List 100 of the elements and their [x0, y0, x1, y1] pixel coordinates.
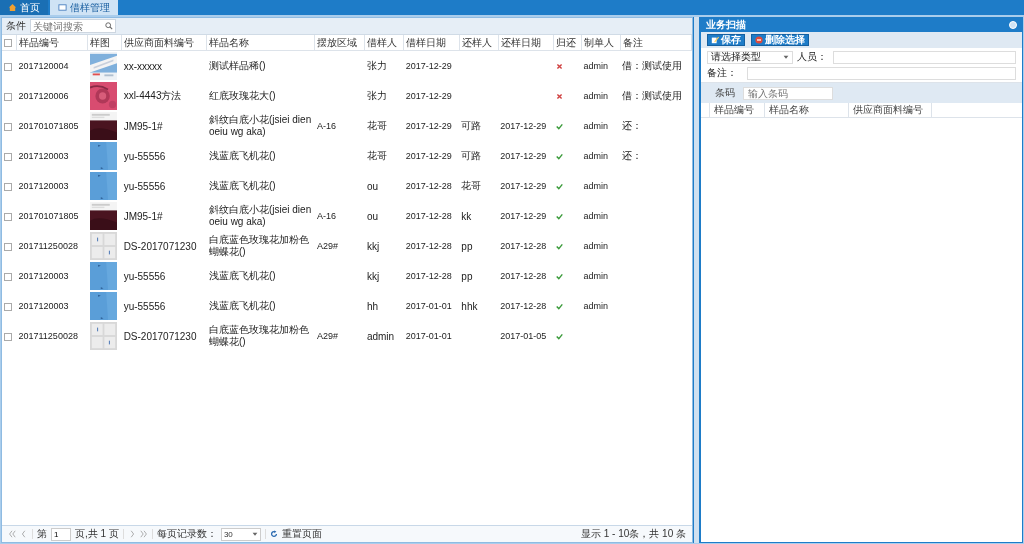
tab[interactable]: 借样管理 — [50, 0, 118, 15]
row-checkbox[interactable] — [4, 212, 12, 221]
table-cell: 2017120003 — [18, 181, 69, 191]
table-cell: yu-55556 — [123, 300, 166, 312]
table-cell: 2017-01-01 — [405, 301, 452, 311]
table-cell: A-16 — [316, 121, 336, 131]
table-cell: JM95-1# — [123, 120, 163, 132]
table-cell: 201701071805 — [18, 211, 79, 221]
collapse-button[interactable] — [1009, 21, 1017, 29]
caret-icon — [251, 531, 258, 537]
table-cell: 2017-12-29 — [405, 91, 452, 101]
table-cell: admin — [583, 181, 608, 191]
note-label: 备注： — [707, 66, 738, 80]
table-cell: 2017120003 — [18, 271, 69, 281]
table-cell: 2017-12-29 — [405, 121, 452, 131]
table-cell: kkj — [366, 270, 380, 282]
page-field[interactable]: 1 — [51, 527, 71, 541]
person-label: 人员： — [797, 50, 828, 64]
table-cell: 白底蓝色玫瑰花加粉色蝴蝶花() — [208, 324, 309, 347]
splitter-handle[interactable] — [693, 17, 700, 543]
table-cell: admin — [583, 91, 608, 101]
column-header[interactable]: 备注 — [622, 36, 643, 48]
row-checkbox[interactable] — [4, 272, 12, 281]
search-label: 条件 — [6, 19, 26, 33]
table-cell: 201711250028 — [18, 331, 78, 341]
table-cell: 还： — [622, 120, 643, 131]
table-cell: 浅蓝底飞机花() — [208, 150, 276, 161]
table-cell: admin — [583, 241, 608, 251]
row-checkbox[interactable] — [4, 152, 12, 161]
previous-page-button[interactable] — [20, 530, 28, 538]
table-cell: 还： — [622, 150, 643, 161]
page-size-label: 每页记录数： — [156, 527, 217, 541]
search-field[interactable]: 关键词搜索 — [30, 19, 116, 33]
table-cell: hhk — [461, 300, 478, 312]
table-cell: 2017-12-28 — [500, 241, 547, 251]
column-header[interactable]: 样品名称 — [209, 36, 250, 48]
table-cell: 2017-12-28 — [500, 271, 547, 281]
column-header[interactable]: 样品名称 — [765, 103, 849, 117]
table-cell: 红底玫瑰花大() — [208, 90, 276, 101]
table-cell: 2017-12-29 — [500, 151, 547, 161]
table-cell: 浅蓝底飞机花() — [208, 270, 276, 281]
table-cell: admin — [583, 121, 608, 131]
first-page-button[interactable] — [8, 530, 16, 538]
column-header[interactable]: 供应商面料编号 — [849, 103, 932, 117]
table-cell: 斜纹白底小花(jsiei dien oeiu wg aka) — [208, 204, 312, 227]
table-cell: 测试样品稀() — [208, 60, 266, 71]
row-checkbox[interactable] — [4, 62, 12, 71]
table-cell: 2017-12-28 — [405, 211, 452, 221]
table-cell: 2017-01-05 — [500, 331, 547, 341]
edit-icon — [711, 36, 719, 44]
table-cell: 可路 — [461, 120, 482, 131]
table-cell: 借：测试使用 — [622, 60, 683, 71]
table-cell: xxl-4443方法 — [123, 90, 182, 101]
toolbar-button[interactable]: 保存 — [707, 34, 745, 46]
table-cell: 2017-12-29 — [405, 151, 452, 161]
page-label: 第 — [37, 527, 47, 541]
note-field[interactable] — [747, 66, 1016, 80]
page-size-select[interactable]: 30 — [220, 527, 261, 541]
type-select[interactable]: 请选择类型 — [707, 50, 793, 64]
window-icon — [58, 3, 67, 12]
column-header[interactable]: 样品编号 — [710, 103, 765, 117]
table-cell: admin — [583, 151, 608, 161]
table-cell: 2017-01-01 — [405, 331, 452, 341]
table-cell: 2017120003 — [18, 301, 69, 311]
table-cell: admin — [583, 61, 608, 71]
table-cell: admin — [366, 330, 395, 342]
row-checkbox[interactable] — [4, 92, 12, 101]
reset-page-link[interactable]: 重置页面 — [281, 527, 322, 541]
table-cell: A29# — [316, 331, 338, 341]
table-cell: 2017120003 — [18, 151, 69, 161]
row-checkbox[interactable] — [4, 302, 12, 311]
minus-icon — [755, 36, 763, 44]
row-checkbox[interactable] — [4, 242, 12, 251]
table-cell: 浅蓝底飞机花() — [208, 300, 276, 311]
table-cell: hh — [366, 300, 379, 312]
person-field[interactable] — [833, 50, 1016, 64]
barcode-field[interactable]: 输入条码 — [743, 86, 833, 100]
table-cell: 张力 — [366, 90, 387, 101]
page-summary: 显示 1 - 10条，共 10 条 — [580, 527, 686, 541]
table-cell: 浅蓝底飞机花() — [208, 180, 276, 191]
last-page-button[interactable] — [139, 530, 148, 538]
table-cell: 斜纹白底小花(jsiei dien oeiu wg aka) — [208, 114, 312, 137]
toolbar-button[interactable]: 删除选择 — [751, 34, 809, 46]
barcode-label: 条码 — [715, 86, 735, 100]
table-cell: 2017-12-28 — [500, 301, 547, 311]
table-cell: 2017-12-29 — [500, 181, 547, 191]
table-cell: ou — [366, 210, 379, 222]
row-checkbox[interactable] — [4, 122, 12, 131]
row-checkbox[interactable] — [4, 182, 12, 191]
table-cell: A-16 — [316, 211, 336, 221]
table-cell: pp — [461, 240, 473, 252]
select-all-checkbox[interactable] — [4, 39, 12, 48]
table-cell: yu-55556 — [123, 150, 166, 162]
refresh-icon[interactable] — [269, 530, 278, 538]
table-cell: DS-2017071230 — [123, 240, 197, 252]
table-cell: admin — [583, 211, 608, 221]
table-cell: 花哥 — [366, 150, 387, 161]
row-checkbox[interactable] — [4, 332, 12, 341]
table-cell: 2017120006 — [18, 91, 69, 101]
tab[interactable]: 首页 — [0, 0, 48, 15]
